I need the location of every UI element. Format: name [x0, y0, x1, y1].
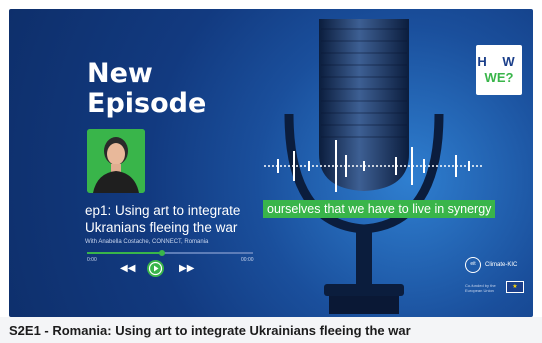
caption-bar: S2E1 - Romania: Using art to integrate U…	[0, 317, 542, 343]
headline-line-2: Episode	[87, 88, 207, 119]
poster-headline: New Episode	[87, 59, 206, 119]
episode-credit: With Anabella Costache, CONNECT, Romania	[85, 239, 209, 245]
video-caption[interactable]: S2E1 - Romania: Using art to integrate U…	[9, 323, 411, 338]
progress-knob[interactable]	[158, 250, 165, 256]
eu-cofund-text: Co-funded by the European Union	[465, 283, 496, 293]
guest-photo	[87, 129, 145, 193]
eu-flag-icon: ★	[506, 281, 524, 293]
episode-title: ep1: Using art to integrate Ukranians fl…	[85, 203, 241, 235]
play-icon	[148, 261, 163, 276]
video-card[interactable]: New Episode ep1: Using art to integrate …	[0, 0, 542, 343]
hww-logo: H W WE?	[476, 45, 522, 95]
rewind-icon[interactable]: ◀◀	[120, 261, 135, 277]
forward-icon[interactable]: ▶▶	[179, 261, 194, 277]
progress-bar[interactable]	[87, 250, 253, 256]
eit-badge: eit	[465, 257, 481, 273]
time-elapsed: 0:00	[87, 257, 97, 263]
progress-fill	[87, 252, 162, 254]
audio-waveform	[264, 140, 484, 192]
headline-line-1: New	[87, 58, 153, 89]
logo-line-2: WE?	[484, 70, 514, 85]
video-thumbnail[interactable]: New Episode ep1: Using art to integrate …	[9, 9, 533, 317]
partner-logo: Climate-KIC	[485, 262, 518, 268]
play-button[interactable]	[147, 260, 164, 277]
subtitle-caption: ourselves that we have to live in synerg…	[263, 200, 496, 218]
logo-line-1: H W	[477, 54, 521, 69]
